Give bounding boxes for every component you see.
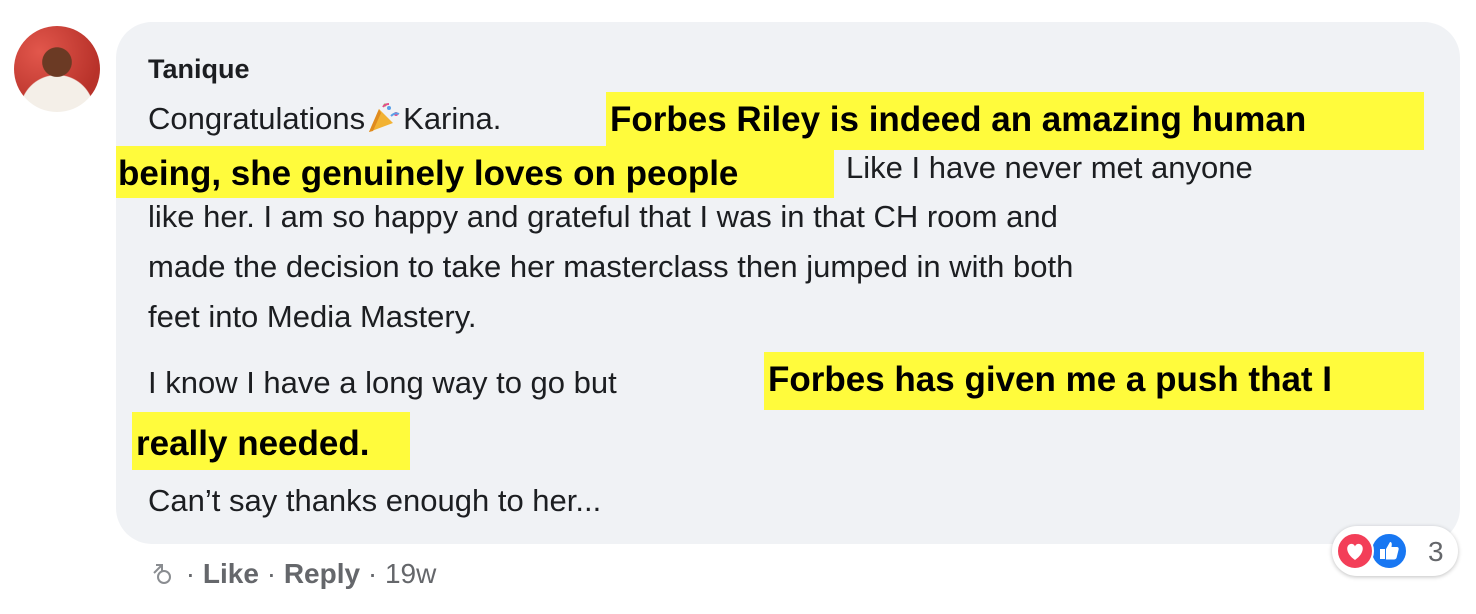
heart-reaction-icon bbox=[1336, 532, 1374, 570]
like-reaction-icon bbox=[1370, 532, 1408, 570]
comment-text: Like I have never met anyone bbox=[846, 150, 1253, 185]
comment-actions: · Like · Reply · 19w bbox=[148, 558, 436, 590]
avatar[interactable] bbox=[14, 26, 100, 112]
comment-line-1: Congratulations Karina. bbox=[148, 103, 501, 134]
separator: · bbox=[266, 558, 277, 589]
party-popper-icon bbox=[367, 103, 401, 133]
comment-text: Congratulations bbox=[148, 101, 366, 136]
highlighted-text: being, she genuinely loves on people bbox=[116, 146, 834, 198]
comment-author[interactable]: Tanique bbox=[148, 54, 250, 85]
like-button[interactable]: Like bbox=[203, 558, 259, 589]
separator: · bbox=[367, 558, 378, 589]
comment-text: like her. I am so happy and grateful tha… bbox=[148, 199, 1058, 234]
comment-text: Can’t say thanks enough to her... bbox=[148, 483, 602, 518]
comment-text: I know I have a long way to go but bbox=[148, 365, 617, 400]
timestamp[interactable]: 19w bbox=[385, 558, 436, 589]
separator: · bbox=[185, 558, 196, 589]
edit-history-icon[interactable] bbox=[148, 559, 178, 589]
comment-text: feet into Media Mastery. bbox=[148, 299, 477, 334]
comment-text: made the decision to take her masterclas… bbox=[148, 249, 1074, 284]
comment-text: Karina. bbox=[403, 101, 502, 136]
highlighted-text: Forbes Riley is indeed an amazing human bbox=[606, 92, 1424, 150]
highlighted-text: really needed. bbox=[132, 412, 410, 470]
highlighted-text: Forbes has given me a push that I bbox=[764, 352, 1424, 410]
reply-button[interactable]: Reply bbox=[284, 558, 360, 589]
reactions-summary[interactable]: 3 bbox=[1332, 526, 1458, 576]
reaction-count: 3 bbox=[1428, 536, 1444, 567]
